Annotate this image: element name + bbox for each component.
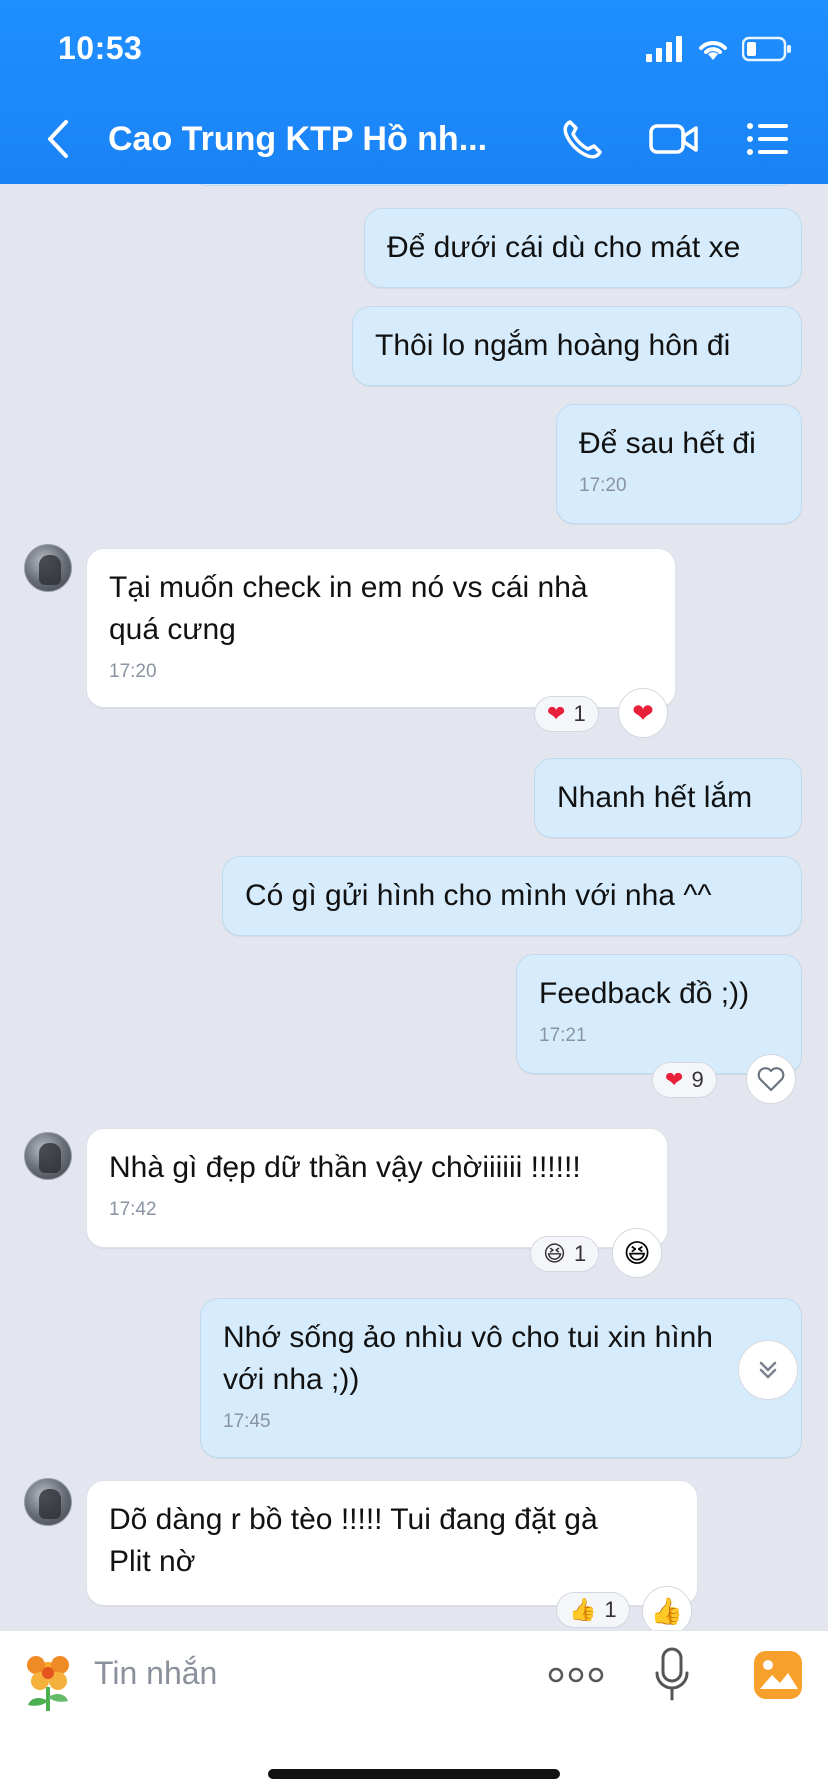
message-text: Để dưới cái dù cho mát xe [387, 231, 741, 264]
signal-icon [646, 36, 682, 62]
message-text: Nhớ sống ảo nhìu vô cho tui xin hình với… [223, 1321, 713, 1396]
message-time: 17:20 [109, 661, 157, 682]
wifi-icon [699, 41, 727, 60]
sent-message[interactable]: Để dưới cái dù cho mát xe [364, 208, 802, 288]
heart-icon: ❤ [632, 697, 654, 728]
message-text: Có gì gửi hình cho mình với nha ^^ [245, 879, 712, 912]
list-menu-icon[interactable] [742, 114, 794, 164]
double-chevron-down-icon [759, 1361, 777, 1379]
reaction-summary[interactable]: ❤ 1 [534, 696, 599, 732]
message-time: 17:42 [109, 1199, 157, 1220]
reaction-summary[interactable]: ❤ 9 [652, 1062, 717, 1098]
microphone-icon[interactable] [654, 1647, 690, 1703]
react-button[interactable] [746, 1054, 796, 1104]
sent-message[interactable]: Nhớ sống ảo nhìu vô cho tui xin hình với… [200, 1298, 802, 1458]
message-time: 17:20 [579, 475, 627, 496]
received-message[interactable]: Tại muốn check in em nó vs cái nhà quá c… [86, 548, 676, 708]
react-button[interactable]: 😆 [612, 1228, 662, 1278]
message-time: 17:21 [539, 1025, 587, 1046]
received-message[interactable]: Dõ dàng r bồ tèo !!!!! Tui đang đặt gà P… [86, 1480, 698, 1606]
status-time: 10:53 [58, 30, 143, 66]
home-indicator [268, 1769, 560, 1779]
message-text: Nhà gì đẹp dữ thần vậy chờiiiiii !!!!!! [109, 1151, 581, 1184]
back-icon[interactable] [38, 114, 82, 164]
sticker-flower-icon[interactable] [16, 1641, 80, 1715]
video-call-icon[interactable] [648, 114, 700, 164]
sent-message[interactable]: Để sau hết đi 17:20 [556, 404, 802, 524]
chat-title[interactable]: Cao Trung KTP Hồ nh... [108, 120, 487, 159]
message-text: Để sau hết đi [579, 427, 756, 460]
sent-message[interactable]: Thôi lo ngắm hoàng hôn đi [352, 306, 802, 386]
reaction-count: 9 [691, 1067, 704, 1092]
message-time: 17:45 [223, 1411, 271, 1432]
message-text: Dõ dàng r bồ tèo !!!!! Tui đang đặt gà P… [109, 1503, 598, 1578]
status-icons [644, 36, 792, 62]
received-message[interactable]: Nhà gì đẹp dữ thần vậy chờiiiiii !!!!!! … [86, 1128, 668, 1248]
phone-icon[interactable] [556, 114, 608, 164]
message-text: Tại muốn check in em nó vs cái nhà quá c… [109, 571, 588, 646]
reaction-summary[interactable]: 👍 1 [556, 1592, 630, 1628]
top-bar: 10:53 Cao Trung KTP Hồ nh... [0, 0, 828, 184]
message-input[interactable] [94, 1655, 514, 1692]
message-list[interactable]: Để dưới cái dù cho mát xe Thôi lo ngắm h… [0, 170, 828, 1636]
react-button[interactable]: 👍 [642, 1586, 692, 1636]
sent-message[interactable]: Có gì gửi hình cho mình với nha ^^ [222, 856, 802, 936]
image-picker-icon[interactable] [752, 1649, 804, 1701]
reaction-count: 1 [573, 1241, 587, 1266]
app-screen: 10:53 Cao Trung KTP Hồ nh... Để dưới cái… [0, 0, 828, 1792]
message-text: Nhanh hết lắm [557, 781, 753, 814]
thumbs-up-icon: 👍 [569, 1597, 597, 1622]
message-composer [0, 1630, 828, 1792]
scroll-to-bottom-button[interactable] [738, 1340, 798, 1400]
laugh-emoji-icon: 😆 [543, 1241, 566, 1266]
message-text: Thôi lo ngắm hoàng hôn đi [375, 329, 731, 362]
avatar[interactable] [24, 1132, 72, 1180]
heart-outline-icon [757, 1067, 785, 1092]
reaction-count: 1 [604, 1597, 617, 1622]
sent-message[interactable]: Nhanh hết lắm [534, 758, 802, 838]
reaction-count: 1 [573, 701, 586, 726]
laugh-emoji-icon: 😆 [623, 1237, 651, 1268]
avatar[interactable] [24, 544, 72, 592]
more-options-icon[interactable] [546, 1655, 606, 1695]
battery-icon [742, 36, 791, 62]
chat-header: Cao Trung KTP Hồ nh... [0, 108, 828, 174]
message-text: Feedback đồ ;)) [539, 977, 750, 1010]
thumbs-up-icon: 👍 [650, 1595, 684, 1626]
react-button[interactable]: ❤ [618, 688, 668, 738]
avatar[interactable] [24, 1478, 72, 1526]
reaction-summary[interactable]: 😆 1 [530, 1236, 600, 1272]
heart-icon: ❤ [547, 701, 566, 726]
heart-icon: ❤ [665, 1067, 684, 1092]
